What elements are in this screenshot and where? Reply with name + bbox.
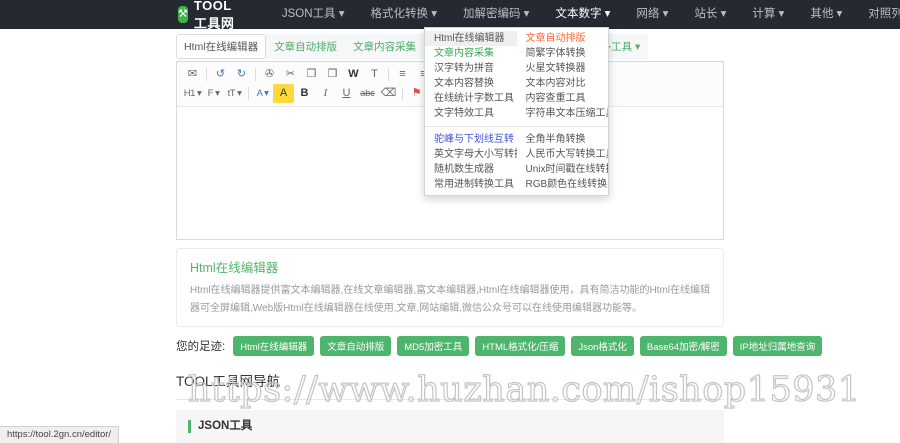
footprints-bar: 您的足迹: Html在线编辑器 文章自动排版 MD5加密工具 HTML格式化/压…: [176, 336, 724, 356]
menu-item-rmb-uppercase[interactable]: 人民币大写转换工具: [517, 147, 609, 162]
menu-item-html-editor[interactable]: Html在线编辑器: [425, 31, 517, 46]
menu-item-fullwidth-halfwidth[interactable]: 全角半角转换: [517, 132, 609, 147]
nav-item-reference-list[interactable]: 对照列表 ▾: [855, 0, 900, 29]
paste-from-word-icon[interactable]: W: [343, 65, 364, 84]
font-color-icon[interactable]: A ▾: [252, 84, 273, 103]
underline-icon[interactable]: U: [336, 84, 357, 103]
top-navbar: ⚒ TOOL工具网 JSON工具 ▾ 格式化转换 ▾ 加解密编码 ▾ 文本数字 …: [0, 0, 900, 29]
menu-item-unix-timestamp[interactable]: Unix时间戳在线转换: [517, 162, 609, 177]
nav-item-json-tools[interactable]: JSON工具 ▾: [269, 0, 358, 29]
menu-item-radix-convert[interactable]: 常用进制转换工具: [425, 177, 517, 192]
print-icon[interactable]: ✇: [259, 65, 280, 84]
tab-article-auto-layout[interactable]: 文章自动排版: [266, 34, 345, 59]
menu-divider: [425, 126, 608, 127]
redo-icon[interactable]: ↻: [231, 65, 252, 84]
menu-item-text-effect[interactable]: 文字特效工具: [425, 106, 517, 121]
browser-status-bar: https://tool.2gn.cn/editor/: [0, 426, 119, 443]
intro-text: Html在线编辑器提供富文本编辑器,在线文章编辑器,富文本编辑器,Html在线编…: [190, 282, 710, 317]
menu-item-duplicate-check[interactable]: 内容查重工具: [517, 91, 609, 106]
menu-item-text-compare[interactable]: 文本内容对比: [517, 76, 609, 91]
bold-icon[interactable]: B: [294, 84, 315, 103]
undo-icon[interactable]: ↺: [210, 65, 231, 84]
json-tools-panel-title: JSON工具: [188, 420, 712, 433]
wrench-logo-icon: ⚒: [178, 6, 188, 23]
tab-html-editor[interactable]: Html在线编辑器: [176, 34, 266, 59]
highlight-color-icon[interactable]: A: [273, 84, 294, 103]
footprint-base64-button[interactable]: Base64加密/解密: [640, 336, 727, 356]
copy-icon[interactable]: ❐: [301, 65, 322, 84]
remove-format-icon[interactable]: ⌫: [378, 84, 399, 103]
menu-item-martian-text[interactable]: 火星文转换器: [517, 61, 609, 76]
menu-item-hanzi-to-pinyin[interactable]: 汉字转为拼音: [425, 61, 517, 76]
menu-item-camel-underscore[interactable]: 驼峰与下划线互转: [425, 132, 517, 147]
menu-item-word-count[interactable]: 在线统计字数工具: [425, 91, 517, 106]
toolbar-separator: [206, 68, 207, 81]
toolbar-separator: [388, 68, 389, 81]
footprint-html-format-button[interactable]: HTML格式化/压缩: [475, 336, 565, 356]
font-family-select[interactable]: F ▾: [203, 84, 224, 103]
brand[interactable]: ⚒ TOOL工具网: [178, 0, 239, 32]
paste-icon[interactable]: ❒: [322, 65, 343, 84]
menu-item-text-replace[interactable]: 文本内容替换: [425, 76, 517, 91]
menu-item-simplified-traditional[interactable]: 简繁字体转换: [517, 46, 609, 61]
nav-item-format-convert[interactable]: 格式化转换 ▾: [358, 0, 450, 29]
site-nav-title: TOOL工具网导航: [176, 370, 724, 400]
heading-select[interactable]: H1 ▾: [182, 84, 203, 103]
paste-plain-text-icon[interactable]: T: [364, 65, 385, 84]
toolbar-separator: [402, 87, 403, 100]
strikethrough-icon[interactable]: abc: [357, 84, 378, 103]
footprint-ip-lookup-button[interactable]: IP地址归属地查询: [733, 336, 822, 356]
align-left-icon[interactable]: ≡: [392, 65, 413, 84]
toolbar-separator: [255, 68, 256, 81]
attach-icon[interactable]: ✉: [182, 65, 203, 84]
footprint-json-format-button[interactable]: Json格式化: [571, 336, 634, 356]
nav-item-other[interactable]: 其他 ▾: [797, 0, 855, 29]
tab-article-collect[interactable]: 文章内容采集: [345, 34, 424, 59]
footprint-html-editor-button[interactable]: Html在线编辑器: [233, 336, 314, 356]
menu-item-article-auto-layout[interactable]: 文章自动排版: [517, 31, 609, 46]
menu-item-string-compress[interactable]: 字符串文本压缩工具: [517, 106, 609, 121]
footprint-md5-button[interactable]: MD5加密工具: [397, 336, 469, 356]
nav-item-encrypt-encode[interactable]: 加解密编码 ▾: [450, 0, 542, 29]
menu-item-letter-case[interactable]: 英文字母大小写转换: [425, 147, 517, 162]
text-number-dropdown-menu: Html在线编辑器 文章自动排版 文章内容采集 简繁字体转换 汉字转为拼音 火星…: [424, 27, 609, 196]
toolbar-separator: [248, 87, 249, 100]
footprints-label: 您的足迹:: [176, 338, 225, 354]
nav-item-text-number[interactable]: 文本数字 ▾: [542, 0, 623, 29]
cut-icon[interactable]: ✂: [280, 65, 301, 84]
brand-name: TOOL工具网: [194, 0, 239, 32]
intro-title: Html在线编辑器: [190, 257, 710, 276]
menu-item-article-collect[interactable]: 文章内容采集: [425, 46, 517, 61]
nav-item-webmaster[interactable]: 站长 ▾: [681, 0, 739, 29]
nav-item-calculate[interactable]: 计算 ▾: [739, 0, 797, 29]
font-size-select[interactable]: tT ▾: [224, 84, 245, 103]
menu-item-rgb-color[interactable]: RGB颜色在线转换: [517, 177, 609, 192]
menu-item-random-number[interactable]: 随机数生成器: [425, 162, 517, 177]
footprint-article-layout-button[interactable]: 文章自动排版: [320, 336, 391, 356]
nav-item-network[interactable]: 网络 ▾: [623, 0, 681, 29]
intro-card: Html在线编辑器 Html在线编辑器提供富文本编辑器,在线文章编辑器,富文本编…: [176, 248, 724, 327]
italic-icon[interactable]: I: [315, 84, 336, 103]
json-tools-panel: JSON工具 Json格式化 Json格式化(上下) Json格式化(左右) J…: [176, 410, 724, 443]
